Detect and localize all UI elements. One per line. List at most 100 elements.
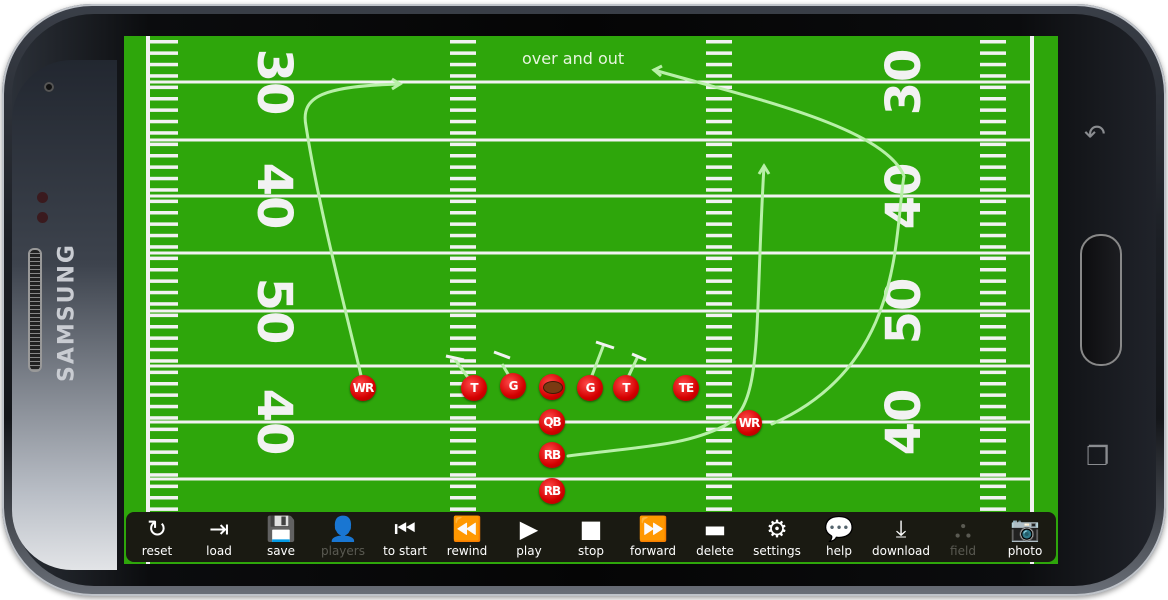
hash-mark bbox=[980, 142, 1006, 147]
hash-mark bbox=[150, 313, 178, 318]
hash-mark bbox=[706, 256, 732, 261]
light-sensor bbox=[37, 212, 48, 223]
hash-mark bbox=[706, 370, 732, 375]
sideline-left bbox=[146, 36, 150, 564]
back-arrow-icon[interactable]: ↶ bbox=[1084, 120, 1106, 150]
hash-mark bbox=[150, 85, 178, 90]
toolbar-label: forward bbox=[629, 544, 676, 558]
hash-mark bbox=[150, 290, 178, 295]
yard-number-right: 40 bbox=[876, 389, 932, 456]
hash-mark bbox=[980, 302, 1006, 306]
hash-mark bbox=[980, 347, 1006, 352]
help-button[interactable]: 💬 help bbox=[808, 512, 870, 562]
hash-mark bbox=[450, 108, 476, 112]
reset-button[interactable]: ↻ reset bbox=[126, 512, 188, 562]
hash-mark bbox=[450, 233, 476, 238]
hash-mark bbox=[706, 51, 732, 55]
load-button[interactable]: ⇥ load bbox=[188, 512, 250, 562]
hash-mark bbox=[980, 176, 1006, 181]
player-tackle-right[interactable]: T bbox=[613, 375, 639, 401]
hash-mark bbox=[450, 119, 476, 124]
hash-mark bbox=[980, 279, 1006, 283]
toolbar-label: play bbox=[516, 544, 542, 558]
hash-mark bbox=[450, 131, 476, 135]
hash-mark bbox=[980, 496, 1006, 500]
player-center-ball[interactable] bbox=[539, 374, 565, 400]
hash-mark bbox=[980, 222, 1006, 226]
football-icon bbox=[543, 381, 563, 394]
player-guard-right[interactable]: G bbox=[577, 375, 603, 401]
football-field[interactable]: 303040405050404030 bbox=[124, 36, 1058, 564]
hash-mark bbox=[980, 290, 1006, 295]
hash-mark bbox=[150, 188, 178, 192]
download-button[interactable]: ⤓ download bbox=[870, 512, 932, 562]
play-button[interactable]: ▶ play bbox=[498, 512, 560, 562]
block-cap bbox=[595, 340, 615, 350]
player-tackle-left[interactable]: T bbox=[461, 375, 487, 401]
hash-mark bbox=[706, 484, 732, 489]
players-button[interactable]: 👤 players bbox=[312, 512, 374, 562]
player-wide-receiver-left[interactable]: WR bbox=[350, 375, 376, 401]
hash-mark bbox=[980, 325, 1006, 329]
rewind-button[interactable]: ⏪ rewind bbox=[436, 512, 498, 562]
hash-mark bbox=[980, 450, 1006, 454]
hash-mark bbox=[450, 51, 476, 55]
hash-mark bbox=[980, 507, 1006, 511]
hash-mark bbox=[450, 325, 476, 329]
hash-mark bbox=[150, 199, 178, 204]
field-icon: ⛬ bbox=[954, 515, 972, 543]
hash-mark bbox=[150, 74, 178, 78]
player-running-back-2[interactable]: RB bbox=[539, 478, 565, 504]
recent-apps-icon[interactable]: ❐ bbox=[1086, 442, 1109, 472]
hash-mark bbox=[706, 347, 732, 352]
toolbar-label: settings bbox=[753, 544, 801, 558]
hash-mark bbox=[450, 62, 476, 67]
player-wide-receiver-right[interactable]: WR bbox=[736, 410, 762, 436]
hash-mark bbox=[150, 97, 178, 101]
player-tight-end[interactable]: TE bbox=[673, 375, 699, 401]
field-button[interactable]: ⛬ field bbox=[932, 512, 994, 562]
hash-mark bbox=[450, 74, 476, 78]
hash-mark bbox=[150, 154, 178, 158]
photo-button[interactable]: 📷 photo bbox=[994, 512, 1056, 562]
hash-mark bbox=[150, 142, 178, 147]
hash-mark bbox=[450, 188, 476, 192]
hash-mark bbox=[450, 279, 476, 283]
hash-mark bbox=[706, 416, 732, 420]
hash-mark bbox=[150, 347, 178, 352]
player-label: WR bbox=[352, 381, 375, 395]
hash-mark bbox=[150, 382, 178, 386]
hash-mark bbox=[450, 268, 476, 272]
hash-mark bbox=[980, 74, 1006, 78]
save-button[interactable]: 💾 save bbox=[250, 512, 312, 562]
hash-mark bbox=[980, 85, 1006, 90]
player-guard-left[interactable]: G bbox=[500, 373, 526, 399]
hash-mark bbox=[450, 473, 476, 477]
hash-mark bbox=[150, 256, 178, 261]
reset-icon: ↻ bbox=[146, 515, 168, 543]
to-start-button[interactable]: ⏮ to start bbox=[374, 512, 436, 562]
hash-mark bbox=[450, 496, 476, 500]
player-label: T bbox=[622, 381, 630, 395]
hash-mark bbox=[450, 222, 476, 226]
player-running-back-1[interactable]: RB bbox=[539, 442, 565, 468]
hash-mark bbox=[150, 336, 178, 340]
hash-mark bbox=[980, 165, 1006, 169]
yard-number-right: 30 bbox=[876, 49, 932, 116]
settings-button[interactable]: ⚙ settings bbox=[746, 512, 808, 562]
hash-mark bbox=[450, 211, 476, 215]
hash-mark bbox=[450, 347, 476, 352]
delete-button[interactable]: ▬ delete bbox=[684, 512, 746, 562]
hash-mark bbox=[150, 233, 178, 238]
forward-button[interactable]: ⏩ forward bbox=[622, 512, 684, 562]
player-quarterback[interactable]: QB bbox=[539, 409, 565, 435]
hash-mark bbox=[150, 461, 178, 466]
hash-mark bbox=[150, 40, 178, 44]
hash-mark bbox=[706, 461, 732, 466]
rewind-icon: ⏪ bbox=[452, 515, 482, 543]
stop-button[interactable]: ■ stop bbox=[560, 512, 622, 562]
hash-mark bbox=[706, 393, 732, 397]
home-button[interactable] bbox=[1080, 234, 1122, 366]
hash-mark bbox=[980, 359, 1006, 363]
hash-mark bbox=[150, 370, 178, 375]
